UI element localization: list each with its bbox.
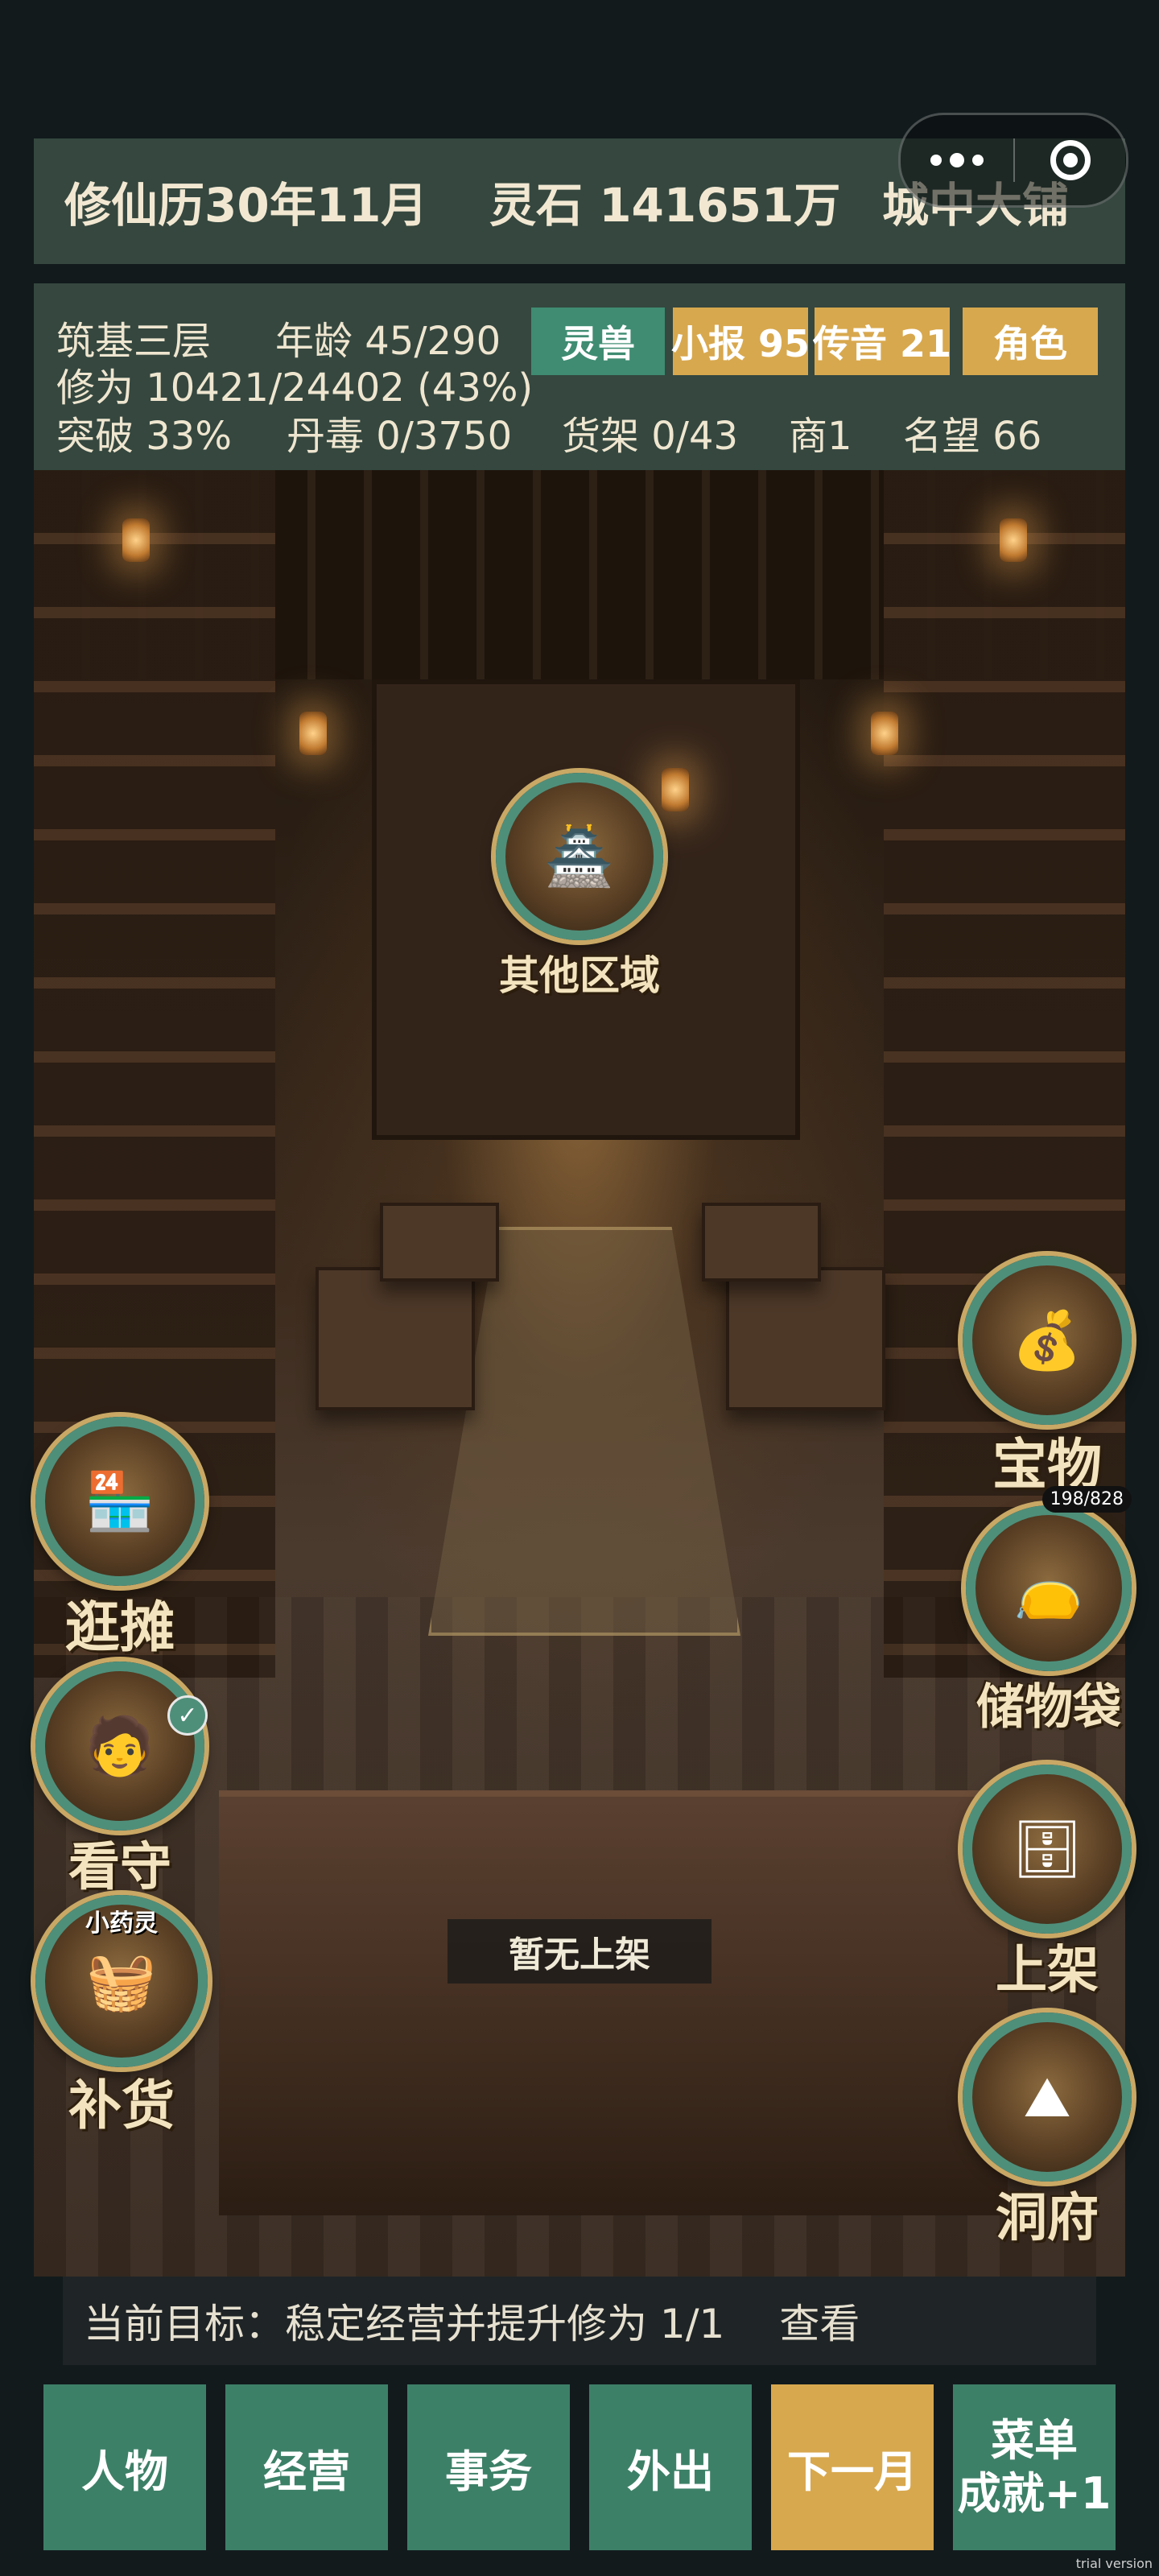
lantern-icon xyxy=(299,712,327,755)
menu-label: 菜单 xyxy=(991,2415,1078,2466)
spirit-stone-count: 灵石 141651万 xyxy=(489,178,841,233)
miniprogram-capsule xyxy=(898,113,1128,208)
game-date: 修仙历30年11月 xyxy=(64,178,428,233)
floor-carpet xyxy=(428,1227,740,1636)
storage-count-badge: 198/828 xyxy=(1041,1486,1132,1513)
treasure-chest-icon: 💰 xyxy=(963,1256,1132,1425)
trial-watermark: trial version xyxy=(1075,2556,1153,2571)
nav-go-out-button[interactable]: 外出 xyxy=(589,2384,752,2550)
character-tag-button[interactable]: 角色 xyxy=(963,308,1098,375)
nav-character-button[interactable]: 人物 xyxy=(43,2384,206,2550)
breakthrough-stat: 突破 33% xyxy=(56,414,232,459)
spirit-beast-button[interactable]: 灵兽 xyxy=(531,308,665,375)
nav-affairs-button[interactable]: 事务 xyxy=(407,2384,570,2550)
display-table xyxy=(726,1267,885,1410)
lantern-icon xyxy=(122,518,150,562)
lantern-icon xyxy=(1000,518,1027,562)
other-areas-label: 其他区域 xyxy=(499,952,660,999)
view-goal-link[interactable]: 查看 xyxy=(779,2292,860,2350)
lantern-icon xyxy=(662,768,689,811)
display-table xyxy=(316,1267,475,1410)
guard-label: 看守 xyxy=(68,1837,171,1897)
news-button[interactable]: 小报 95 xyxy=(671,308,810,375)
treasures-button[interactable]: 💰 宝物 xyxy=(963,1256,1132,1500)
display-table xyxy=(380,1203,499,1282)
reputation-stat: 名望 66 xyxy=(903,414,1042,459)
shelf-goods-icon: 🗄 xyxy=(963,1765,1132,1934)
stats-panel: 筑基三层 年龄 45/290 修为 10421/24402 (43%) 突破 3… xyxy=(34,283,1125,470)
cave-icon: ⛰ xyxy=(963,2013,1132,2182)
shelves-stat: 货架 0/43 xyxy=(562,414,739,459)
messages-button[interactable]: 传音 21 xyxy=(813,308,951,375)
cave-dwelling-button[interactable]: ⛰ 洞府 xyxy=(963,2013,1132,2251)
more-options-icon[interactable] xyxy=(901,115,1013,205)
other-areas-button[interactable]: 🏯 其他区域 xyxy=(496,773,663,1001)
goal-text: 当前目标：稳定经营并提升修为 1/1 xyxy=(84,2301,725,2347)
list-items-button[interactable]: 🗄 上架 xyxy=(963,1765,1132,2003)
current-goal-bar: 当前目标：稳定经营并提升修为 1/1 查看 xyxy=(63,2277,1096,2365)
storage-bag-icon: 👝 xyxy=(966,1505,1132,1671)
restock-helper-label: 小药灵 xyxy=(85,1909,158,1938)
nav-next-month-button[interactable]: 下一月 xyxy=(771,2384,934,2550)
storage-bag-button[interactable]: 👝 198/828 储物袋 xyxy=(966,1486,1132,1738)
lantern-icon xyxy=(871,712,898,755)
checkmark-icon: ✓ xyxy=(167,1695,208,1736)
display-table xyxy=(702,1203,821,1282)
restock-label: 补货 xyxy=(68,2074,175,2136)
cave-label: 洞府 xyxy=(996,2188,1099,2248)
list-items-label: 上架 xyxy=(996,1940,1099,2000)
nav-menu-button[interactable]: 菜单 成就+1 xyxy=(953,2384,1116,2550)
restock-button[interactable]: 🧺 小药灵 补货 xyxy=(35,1895,208,2140)
stall-button[interactable]: 🏪 逛摊 xyxy=(35,1417,204,1662)
pavilion-icon: 🏯 xyxy=(496,773,663,940)
storage-bag-label: 储物袋 xyxy=(976,1679,1121,1736)
market-stall-icon: 🏪 xyxy=(35,1417,204,1586)
nav-business-button[interactable]: 经营 xyxy=(225,2384,388,2550)
empty-shelf-label: 暂无上架 xyxy=(448,1919,711,1984)
stall-label: 逛摊 xyxy=(64,1596,175,1660)
achievement-label: 成就+1 xyxy=(957,2468,1112,2519)
merchant-stat: 商1 xyxy=(789,414,852,459)
pill-poison-stat: 丹毒 0/3750 xyxy=(287,414,513,459)
guard-button[interactable]: 🧑 ✓ 看守 xyxy=(35,1662,208,1900)
shop-counter xyxy=(219,1790,1008,2215)
close-miniprogram-icon[interactable] xyxy=(1015,115,1126,205)
shopkeeper-icon: 🧑 xyxy=(35,1662,204,1831)
